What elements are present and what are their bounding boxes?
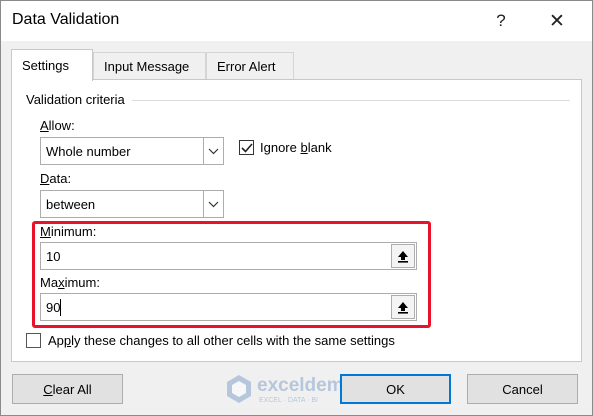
data-label: Data: [40,171,72,186]
group-divider [132,100,570,101]
ignore-blank-label: Ignore blank [260,140,332,155]
watermark-tagline: EXCEL · DATA · BI [259,397,318,404]
tab-settings[interactable]: Settings [11,49,93,81]
data-dropdown[interactable]: between [40,190,224,218]
chevron-down-icon[interactable] [203,138,223,164]
dialog-title: Data Validation [12,11,120,28]
clear-all-button[interactable]: Clear All [12,374,123,404]
data-validation-dialog: Data Validation ? ✕ Settings Input Messa… [0,0,593,416]
tab-input-message-label: Input Message [104,59,190,74]
ok-button[interactable]: OK [340,374,451,404]
allow-dropdown[interactable]: Whole number [40,137,224,165]
allow-label: Allow: [40,118,75,133]
validation-criteria-heading: Validation criteria [26,92,125,107]
tab-settings-label: Settings [22,58,69,73]
checkmark-icon [240,142,253,153]
settings-panel: Validation criteria Allow: Whole number … [11,79,582,362]
chevron-down-icon[interactable] [203,191,223,217]
help-button[interactable]: ? [486,7,516,35]
tab-error-alert[interactable]: Error Alert [206,52,294,80]
data-value: between [46,197,96,212]
cancel-button[interactable]: Cancel [467,374,578,404]
apply-all-label: Apply these changes to all other cells w… [48,333,395,348]
highlight-box [32,221,431,328]
tab-error-alert-label: Error Alert [217,59,276,74]
apply-all-checkbox[interactable] [26,333,41,348]
title-bar: Data Validation ? ✕ [1,1,592,41]
allow-value: Whole number [46,144,131,159]
close-button[interactable]: ✕ [542,7,572,35]
tab-input-message[interactable]: Input Message [93,52,206,80]
ignore-blank-checkbox[interactable] [239,140,254,155]
